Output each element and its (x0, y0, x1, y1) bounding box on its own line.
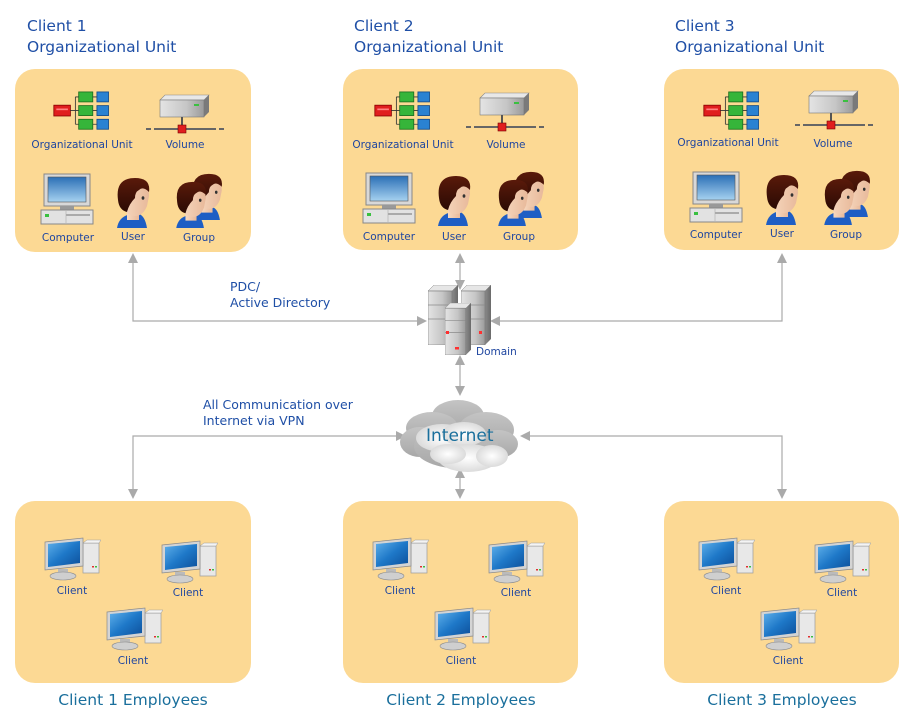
arrowhead (455, 489, 465, 499)
client-label: Client (117, 655, 149, 667)
item-label: Group (503, 231, 535, 243)
arrowhead (455, 253, 465, 263)
client-label: Client (500, 587, 532, 599)
arrowhead (777, 489, 787, 499)
item-label: Organizational Unit (31, 139, 133, 151)
client-pc-icon[interactable] (697, 537, 755, 581)
arrowhead (777, 253, 787, 263)
user-icon[interactable] (762, 173, 802, 225)
client-pc-icon[interactable] (813, 540, 871, 584)
group-icon[interactable] (494, 178, 532, 226)
org-unit-icon[interactable] (53, 90, 111, 132)
group-icon[interactable] (172, 180, 210, 228)
domain-label: Domain (476, 346, 517, 358)
connector-internet-client1-employees (132, 435, 399, 489)
client-label: Client (772, 655, 804, 667)
user-icon[interactable] (434, 174, 474, 226)
pdc-note: PDC/ Active Directory (230, 279, 331, 310)
item-label: User (442, 231, 466, 243)
arrowhead (128, 253, 138, 263)
client-pc-icon[interactable] (371, 537, 429, 581)
item-label: Organizational Unit (352, 139, 454, 151)
client-label: Client (56, 585, 88, 597)
user-icon[interactable] (113, 176, 153, 228)
employee-group-title: Client 1 Employees (58, 691, 208, 709)
computer-icon[interactable] (689, 171, 743, 223)
arrowhead (520, 431, 530, 441)
item-label: User (121, 231, 145, 243)
computer-icon[interactable] (362, 172, 416, 224)
connector-client3-ou-domain (498, 262, 783, 322)
item-label: Volume (813, 138, 853, 150)
client-pc-icon[interactable] (433, 607, 491, 651)
item-label: Computer (362, 231, 416, 243)
org-unit-icon[interactable] (374, 90, 432, 132)
ou-title: Client 2 Organizational Unit (354, 17, 504, 56)
org-unit-icon[interactable] (703, 90, 761, 132)
client-pc-icon[interactable] (105, 607, 163, 651)
client-label: Client (172, 587, 204, 599)
client-label: Client (826, 587, 858, 599)
client-label: Client (445, 655, 477, 667)
volume-icon[interactable] (145, 94, 225, 136)
arrowhead (128, 489, 138, 499)
volume-icon[interactable] (465, 92, 545, 134)
internet-label: Internet (426, 426, 494, 446)
item-label: Volume (486, 139, 526, 151)
group-icon[interactable] (820, 177, 858, 225)
item-label: Volume (165, 139, 205, 151)
client-pc-icon[interactable] (43, 537, 101, 581)
client-label: Client (710, 585, 742, 597)
arrowhead (417, 316, 427, 326)
computer-icon[interactable] (40, 173, 94, 225)
employee-group-title: Client 2 Employees (386, 691, 536, 709)
item-label: Computer (689, 229, 743, 241)
client-pc-icon[interactable] (487, 540, 545, 584)
employee-group-title: Client 3 Employees (707, 691, 857, 709)
volume-icon[interactable] (794, 90, 874, 132)
item-label: Group (830, 229, 862, 241)
item-label: User (770, 228, 794, 240)
client-pc-icon[interactable] (759, 607, 817, 651)
item-label: Organizational Unit (677, 137, 779, 149)
item-label: Computer (41, 232, 95, 244)
vpn-note: All Communication over Internet via VPN (203, 397, 353, 428)
client-pc-icon[interactable] (160, 540, 218, 584)
ou-title: Client 1 Organizational Unit (27, 17, 177, 56)
ou-title: Client 3 Organizational Unit (675, 17, 825, 56)
item-label: Group (183, 232, 215, 244)
connector-internet-client3-employees (529, 435, 783, 489)
client-label: Client (384, 585, 416, 597)
